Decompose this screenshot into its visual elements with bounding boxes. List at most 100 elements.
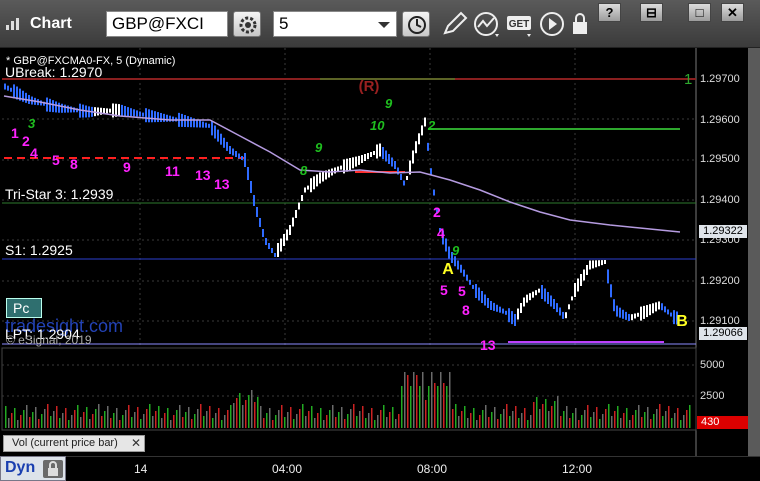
candle [217,129,219,142]
volume-bar [86,407,88,428]
close-icon[interactable]: ✕ [131,436,141,451]
volume-bar [509,416,511,428]
dynamic-button[interactable]: Dyn [0,456,66,481]
candle [418,133,420,145]
volume-bar [539,409,541,428]
candle [421,125,423,136]
volume-bar [17,420,19,428]
candle [601,260,603,266]
volume-bar [464,406,466,428]
volume-bar [209,406,211,428]
volume-bar [506,404,508,428]
volume-bar [227,410,229,428]
volume-bar [251,390,253,428]
volume-bar [689,405,691,428]
volume-bar [602,414,604,428]
last-price-box: 1.29066 [699,327,747,340]
detach-button[interactable]: ⊟ [640,3,663,22]
volume-tick: 2500 [700,390,725,402]
volume-bar [569,418,571,428]
candle [142,112,144,117]
candle [211,121,213,136]
volume-bar [44,409,46,428]
gear-button[interactable] [233,11,261,37]
trend-icon[interactable] [472,10,502,38]
volume-bar [332,405,334,428]
volume-bar [374,420,376,428]
volume-bar [596,407,598,428]
volume-tick: 5000 [700,359,725,371]
candle [625,311,627,320]
volume-bar [527,420,529,428]
help-button[interactable]: ? [598,3,621,22]
volume-bar [584,410,586,428]
candle [160,112,162,122]
candle [229,146,231,154]
play-icon[interactable] [538,10,568,38]
candle [547,292,549,304]
volume-bar [389,412,391,428]
volume-bar [173,415,175,428]
candle [457,260,459,270]
volume-bar [554,401,556,428]
volume-bar [521,413,523,428]
candle [637,312,639,317]
candle [475,284,477,298]
symbol-combo[interactable]: GBP@FXCI [106,11,228,37]
interval-combo[interactable]: 5 [273,11,397,37]
candle [310,178,312,193]
price-chart[interactable]: (R) 1 A B 1 24 5 8 9 11 1313245 581338910929 [0,48,748,456]
volume-bar [479,415,481,428]
volume-bar [656,409,658,428]
volume-bar [497,419,499,428]
time-tick: 12:00 [562,462,593,476]
right-scrollbar[interactable] [748,48,760,456]
candle [448,246,450,259]
candle [382,147,384,159]
candle [481,291,483,303]
volume-bar [128,405,130,428]
candle [553,299,555,309]
volume-bar [29,417,31,428]
candle [316,174,318,187]
volume-bar [197,409,199,428]
candle [607,269,609,284]
volume-bar [143,414,145,428]
candle [295,210,297,218]
volume-bar [428,386,430,428]
volume-bar [116,408,118,428]
volume-study-tab[interactable]: Vol (current price bar) ✕ [3,435,145,452]
volume-bar [179,405,181,428]
candle [595,260,597,268]
lock-icon[interactable] [566,10,596,38]
volume-bar [671,418,673,428]
time-tick: 08:00 [417,462,448,476]
count-label: 5 [52,152,60,168]
close-button[interactable]: ✕ [721,3,744,22]
volume-bar [338,412,340,428]
candle [520,303,522,313]
volume-bar [647,407,649,428]
candle [7,85,9,91]
candle [667,309,669,315]
maximize-button[interactable]: □ [688,3,711,22]
volume-bar [317,413,319,428]
clock-button[interactable] [402,11,430,37]
candle [274,253,276,257]
get-icon[interactable]: GET [505,10,535,38]
pc-badge[interactable]: Pc [6,298,42,318]
volume-bar [620,418,622,428]
volume-bar [125,410,127,428]
pencil-icon[interactable] [440,10,470,38]
lock-icon[interactable] [43,460,63,478]
candle [568,304,570,310]
volume-bar [518,418,520,428]
candle [673,310,675,325]
candle [664,306,666,313]
volume-bar [161,418,163,428]
volume-bar [119,420,121,428]
get-label: GET [509,19,530,30]
candle [244,153,246,167]
candle [589,260,591,270]
volume-bar [473,408,475,428]
